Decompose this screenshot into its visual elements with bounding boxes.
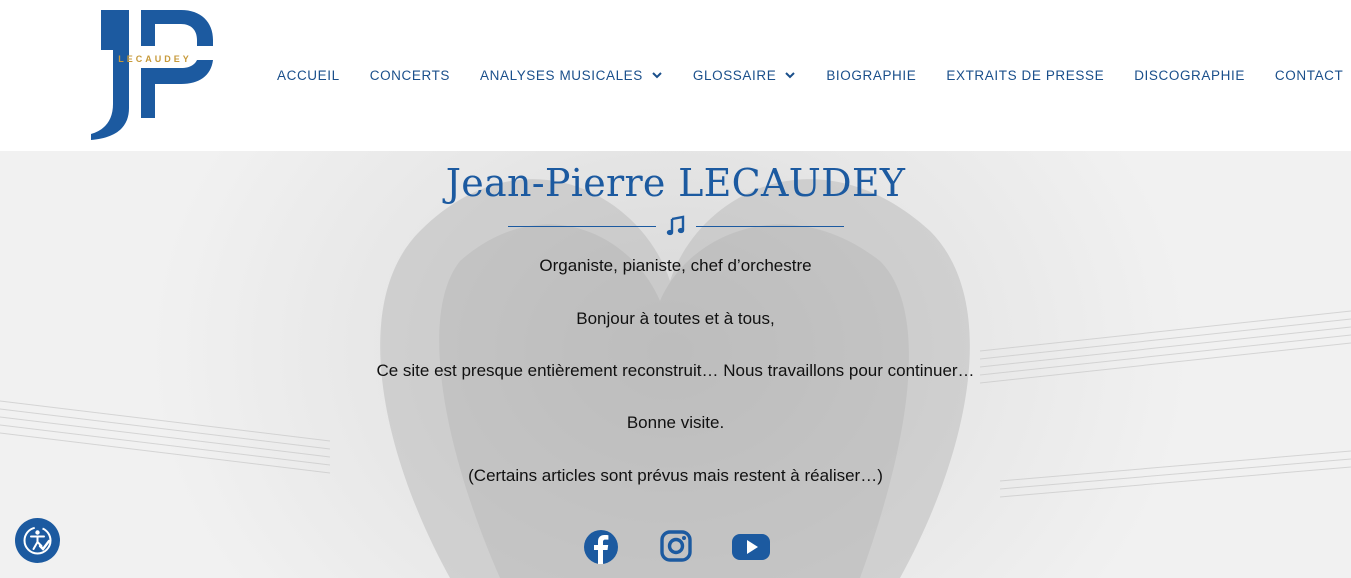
logo-mark-icon xyxy=(91,10,213,140)
nav-item-label: GLOSSAIRE xyxy=(692,67,777,83)
chevron-down-icon xyxy=(784,69,796,81)
facebook-icon xyxy=(584,530,618,564)
page-title: Jean-Pierre LECAUDEY xyxy=(445,161,906,205)
hero-content: Jean-Pierre LECAUDEY Organiste, pianiste… xyxy=(0,151,1351,487)
logo-subtext: LECAUDEY xyxy=(118,54,192,64)
instagram-link[interactable] xyxy=(660,530,692,562)
music-note-icon xyxy=(666,215,686,237)
chevron-down-icon xyxy=(651,69,663,81)
nav-item-label: EXTRAITS DE PRESSE xyxy=(946,67,1105,83)
hero-subtitle: Organiste, pianiste, chef d’orchestre xyxy=(539,256,812,275)
youtube-link[interactable] xyxy=(732,530,770,562)
nav-item-label: CONCERTS xyxy=(369,67,451,83)
nav-item-accueil[interactable]: ACCUEIL xyxy=(277,68,340,83)
facebook-link[interactable] xyxy=(584,530,618,564)
site-logo[interactable]: LECAUDEY xyxy=(89,8,217,142)
nav-item-label: CONTACT xyxy=(1274,67,1344,83)
accessibility-icon xyxy=(23,526,52,555)
title-divider xyxy=(507,215,844,237)
nav-item-glossaire[interactable]: GLOSSAIRE xyxy=(693,68,796,83)
hero-greeting: Bonjour à toutes et à tous, xyxy=(576,309,775,328)
site-header: LECAUDEY ACCUEIL CONCERTS ANALYSES MUSIC… xyxy=(0,0,1351,151)
nav-item-contact[interactable]: CONTACT xyxy=(1275,68,1343,83)
nav-item-concerts[interactable]: CONCERTS xyxy=(370,68,450,83)
nav-item-label: BIOGRAPHIE xyxy=(826,67,917,83)
hero-section: Jean-Pierre LECAUDEY Organiste, pianiste… xyxy=(0,151,1351,578)
nav-item-discographie[interactable]: DISCOGRAPHIE xyxy=(1134,68,1245,83)
nav-item-extraits-de-presse[interactable]: EXTRAITS DE PRESSE xyxy=(946,68,1104,83)
nav-item-label: ACCUEIL xyxy=(277,67,340,83)
nav-item-label: DISCOGRAPHIE xyxy=(1134,67,1245,83)
hero-note: (Certains articles sont prévus mais rest… xyxy=(468,466,883,485)
hero-message: Ce site est presque entièrement reconstr… xyxy=(376,361,975,380)
main-nav: ACCUEIL CONCERTS ANALYSES MUSICALES GLOS… xyxy=(277,64,1343,86)
nav-item-label: ANALYSES MUSICALES xyxy=(480,67,643,83)
youtube-icon xyxy=(732,534,770,560)
accessibility-button[interactable] xyxy=(15,518,60,563)
hero-closing: Bonne visite. xyxy=(626,413,725,432)
nav-item-analyses-musicales[interactable]: ANALYSES MUSICALES xyxy=(480,68,663,83)
instagram-icon xyxy=(660,530,692,562)
nav-item-biographie[interactable]: BIOGRAPHIE xyxy=(826,68,916,83)
